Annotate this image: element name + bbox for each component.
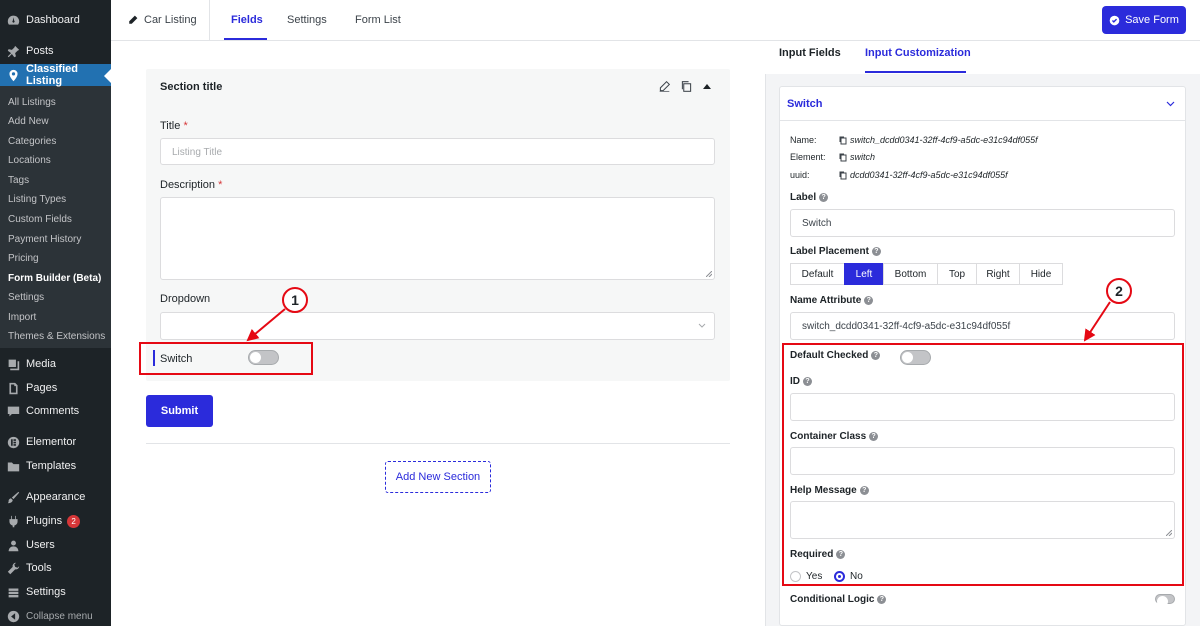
annotation-arrows xyxy=(246,301,1111,342)
